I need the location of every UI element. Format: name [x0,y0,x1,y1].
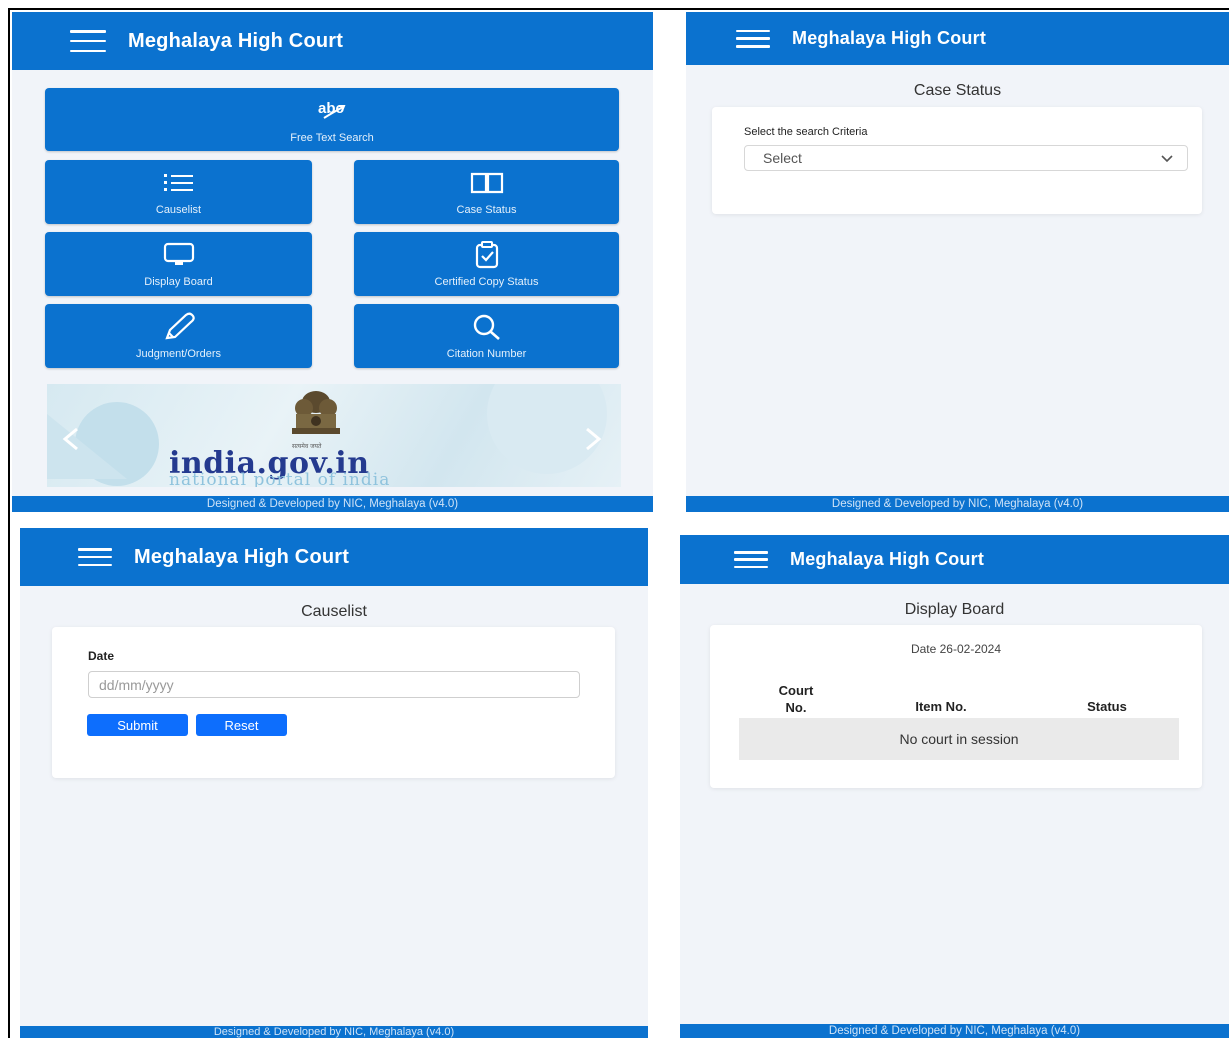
display-board-panel: Meghalaya High Court Display Board Date … [680,535,1229,1038]
tile-label: Causelist [155,204,202,216]
chevron-down-icon [1161,150,1173,166]
case-status-panel: Meghalaya High Court Case Status Select … [686,12,1229,512]
menu-icon[interactable] [736,29,770,48]
tile-label: Case Status [456,204,517,216]
clipboard-check-icon [474,240,500,270]
app-title: Meghalaya High Court [128,29,344,52]
app-footer: Designed & Developed by NIC, Meghalaya (… [686,496,1229,512]
reset-button[interactable]: Reset [196,714,287,736]
menu-icon[interactable] [734,551,768,568]
select-value: Select [763,150,802,166]
tile-display-board[interactable]: Display Board [45,232,312,296]
tile-case-status[interactable]: Case Status [354,160,619,224]
app-footer: Designed & Developed by NIC, Meghalaya (… [12,496,653,512]
app-title: Meghalaya High Court [134,545,350,568]
national-emblem [284,388,348,446]
menu-icon[interactable] [78,548,112,566]
page-title: Case Status [913,82,1002,99]
criteria-label: Select the search Criteria [744,126,868,138]
date-input[interactable] [88,671,580,698]
monitor-icon [163,240,195,270]
app-title: Meghalaya High Court [790,549,985,569]
tile-judgment-orders[interactable]: Judgment/Orders [45,304,312,368]
column-court-no: Court No. [766,682,826,716]
submit-button[interactable]: Submit [87,714,188,736]
column-item-no: Item No. [915,699,967,714]
home-panel: Meghalaya High Court abc Free Text Searc… [12,12,653,512]
tile-label: Display Board [144,276,213,288]
list-icon [163,168,195,198]
abc-icon: abc [316,96,348,126]
app-header: Meghalaya High Court [680,535,1229,584]
pencil-icon [162,312,196,342]
tile-label: Citation Number [446,348,527,360]
tile-label: Certified Copy Status [434,276,539,288]
search-criteria-card: Select the search Criteria Select [712,107,1202,214]
page-title: Display Board [904,601,1005,618]
page-title: Causelist [301,603,367,620]
app-footer: Designed & Developed by NIC, Meghalaya (… [680,1024,1229,1038]
board-date: Date 26-02-2024 [910,642,1002,656]
causelist-panel: Meghalaya High Court Causelist Date Subm… [20,528,648,1038]
search-icon [472,312,502,342]
app-header: Meghalaya High Court [20,528,648,586]
book-icon [470,168,504,198]
app-title: Meghalaya High Court [792,28,987,48]
column-court-line2: No. [785,700,807,715]
causelist-form-card: Date Submit Reset [52,627,615,778]
empty-message: No court in session [739,718,1179,760]
app-footer: Designed & Developed by NIC, Meghalaya (… [20,1026,648,1038]
tile-free-text-search[interactable]: abc Free Text Search [45,88,619,151]
banner-tagline: national portal of india [169,470,391,487]
menu-icon[interactable] [70,30,106,52]
tile-label: Free Text Search [290,131,374,144]
search-criteria-select[interactable]: Select [744,145,1188,171]
india-gov-banner[interactable]: सत्यमेव जयते india.gov.in national porta… [47,384,621,487]
app-header: Meghalaya High Court [12,12,653,70]
tile-label: Judgment/Orders [136,348,221,360]
column-status: Status [1087,699,1127,714]
date-label: Date [88,649,115,663]
display-board-card: Date 26-02-2024 Court No. Item No. Statu… [710,625,1202,788]
column-court-line1: Court [778,683,814,698]
tile-causelist[interactable]: Causelist [45,160,312,224]
tile-citation-number[interactable]: Citation Number [354,304,619,368]
app-header: Meghalaya High Court [686,12,1229,65]
tile-certified-copy-status[interactable]: Certified Copy Status [354,232,619,296]
